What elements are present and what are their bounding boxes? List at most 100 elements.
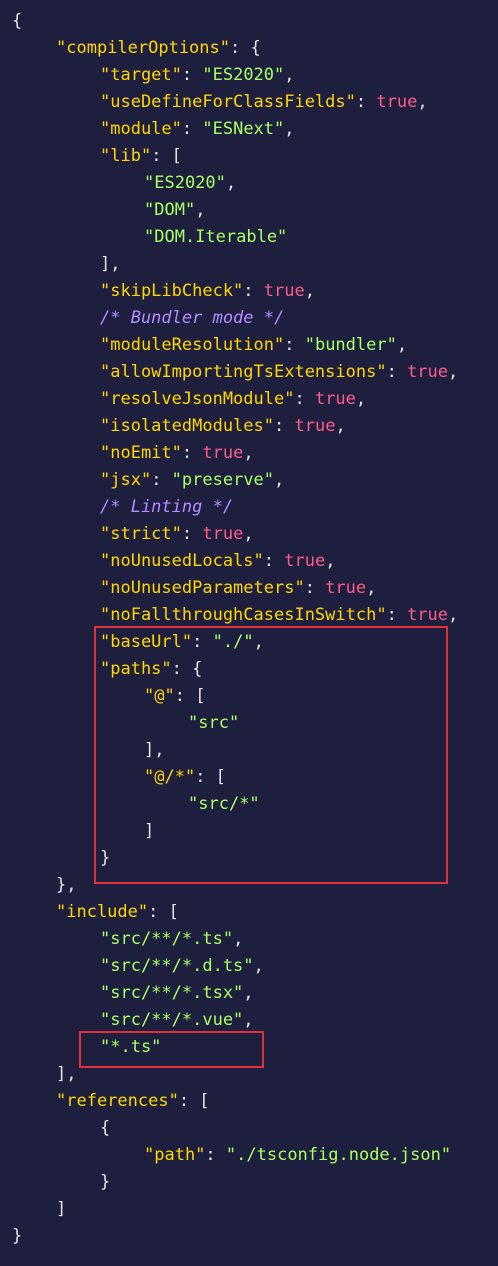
- json-boolean: true: [202, 443, 244, 463]
- code-line: }: [100, 1169, 110, 1196]
- code-line: "isolatedModules": true,: [100, 413, 346, 440]
- json-key: "references": [56, 1091, 179, 1111]
- punctuation: :: [304, 578, 326, 598]
- punctuation: ,: [195, 200, 206, 220]
- code-line: "references": [: [56, 1088, 210, 1115]
- punctuation: ,: [243, 1010, 254, 1030]
- code-line: }: [12, 1223, 22, 1250]
- code-line: "noUnusedParameters": true,: [100, 575, 376, 602]
- json-key: "useDefineForClassFields": [100, 92, 356, 112]
- code-line: "include": [: [56, 899, 179, 926]
- code-line: ],: [100, 251, 120, 278]
- punctuation: :: [243, 281, 264, 301]
- code-line: "compilerOptions": {: [56, 35, 261, 62]
- punctuation: ,: [417, 92, 428, 112]
- json-boolean: true: [407, 605, 449, 625]
- punctuation: :: [181, 119, 203, 139]
- json-key: "allowImportingTsExtensions": [100, 362, 387, 382]
- json-key: "noFallthroughCasesInSwitch": [100, 605, 387, 625]
- punctuation: :: [274, 416, 295, 436]
- json-key: "isolatedModules": [100, 416, 274, 436]
- json-key: "lib": [100, 146, 152, 166]
- code-line: "ES2020",: [144, 170, 236, 197]
- code-line: ]: [56, 1196, 66, 1223]
- json-string: "ES2020": [202, 65, 285, 85]
- code-line: "lib": [: [100, 143, 182, 170]
- code-line: "useDefineForClassFields": true,: [100, 89, 428, 116]
- punctuation: ],: [100, 254, 121, 274]
- punctuation: ,: [355, 389, 367, 409]
- punctuation: ,: [284, 65, 295, 85]
- json-boolean: true: [325, 578, 367, 598]
- json-key: "path": [144, 1145, 206, 1165]
- punctuation: ,: [366, 578, 377, 598]
- code-line: "noFallthroughCasesInSwitch": true,: [100, 602, 458, 629]
- code-line: "strict": true,: [100, 521, 254, 548]
- code-line: "DOM.Iterable": [144, 224, 287, 251]
- code-line: "src/**/*.tsx",: [100, 980, 254, 1007]
- punctuation: ,: [284, 119, 295, 139]
- json-key: "compilerOptions": [56, 38, 230, 58]
- punctuation: : [: [148, 902, 179, 922]
- punctuation: {: [12, 11, 23, 31]
- code-comment: /* Bundler mode */: [100, 308, 285, 328]
- punctuation: }: [12, 1226, 23, 1246]
- code-comment: /* Linting */: [100, 497, 234, 517]
- punctuation: ,: [396, 335, 408, 355]
- punctuation: ,: [243, 524, 254, 544]
- punctuation: : [: [151, 146, 182, 166]
- json-key: "skipLibCheck": [100, 281, 244, 301]
- code-line: "noEmit": true,: [100, 440, 254, 467]
- code-line: },: [56, 872, 76, 899]
- punctuation: ,: [448, 362, 459, 382]
- json-string: "bundler": [304, 335, 397, 355]
- code-line: "target": "ES2020",: [100, 62, 295, 89]
- json-key: "jsx": [100, 470, 152, 490]
- json-boolean: true: [314, 389, 356, 409]
- punctuation: :: [386, 605, 408, 625]
- json-boolean: true: [294, 416, 336, 436]
- code-line: /* Linting */: [100, 494, 233, 521]
- code-line: "jsx": "preserve",: [100, 467, 284, 494]
- punctuation: :: [151, 470, 172, 490]
- json-boolean: true: [284, 551, 326, 571]
- code-line: "DOM",: [144, 197, 205, 224]
- punctuation: {: [100, 1118, 111, 1138]
- code-line: ],: [56, 1061, 76, 1088]
- punctuation: :: [181, 65, 203, 85]
- code-line: {: [100, 1115, 110, 1142]
- code-line: "resolveJsonModule": true,: [100, 386, 366, 413]
- code-editor[interactable]: {"compilerOptions": {"target": "ES2020",…: [0, 0, 498, 1266]
- code-line: "moduleResolution": "bundler",: [100, 332, 407, 359]
- code-line: "src/**/*.d.ts",: [100, 953, 264, 980]
- json-boolean: true: [376, 92, 418, 112]
- json-string: "ES2020": [144, 173, 226, 193]
- punctuation: : {: [230, 38, 261, 58]
- punctuation: : [: [178, 1091, 210, 1111]
- json-key: "include": [56, 902, 149, 922]
- json-key: "noUnusedLocals": [100, 551, 264, 571]
- json-key: "module": [100, 119, 182, 139]
- highlight-box-include-ts: [79, 1031, 264, 1068]
- punctuation: :: [181, 524, 203, 544]
- punctuation: ,: [448, 605, 459, 625]
- json-key: "moduleResolution": [100, 335, 285, 355]
- json-boolean: true: [407, 362, 449, 382]
- json-string: "./tsconfig.node.json": [225, 1145, 452, 1165]
- json-string: "DOM.Iterable": [144, 227, 288, 247]
- json-key: "noUnusedParameters": [100, 578, 305, 598]
- punctuation: :: [205, 1145, 226, 1165]
- punctuation: ]: [56, 1199, 67, 1219]
- punctuation: }: [100, 1172, 111, 1192]
- punctuation: ],: [56, 1064, 77, 1084]
- json-key: "strict": [100, 524, 182, 544]
- punctuation: :: [294, 389, 315, 409]
- punctuation: :: [355, 92, 377, 112]
- json-string: "DOM": [144, 200, 196, 220]
- json-string: "src/**/*.d.ts": [100, 956, 254, 976]
- json-key: "target": [100, 65, 182, 85]
- punctuation: ,: [243, 443, 254, 463]
- json-key: "noEmit": [100, 443, 182, 463]
- punctuation: ,: [253, 956, 264, 976]
- json-key: "resolveJsonModule": [100, 389, 295, 409]
